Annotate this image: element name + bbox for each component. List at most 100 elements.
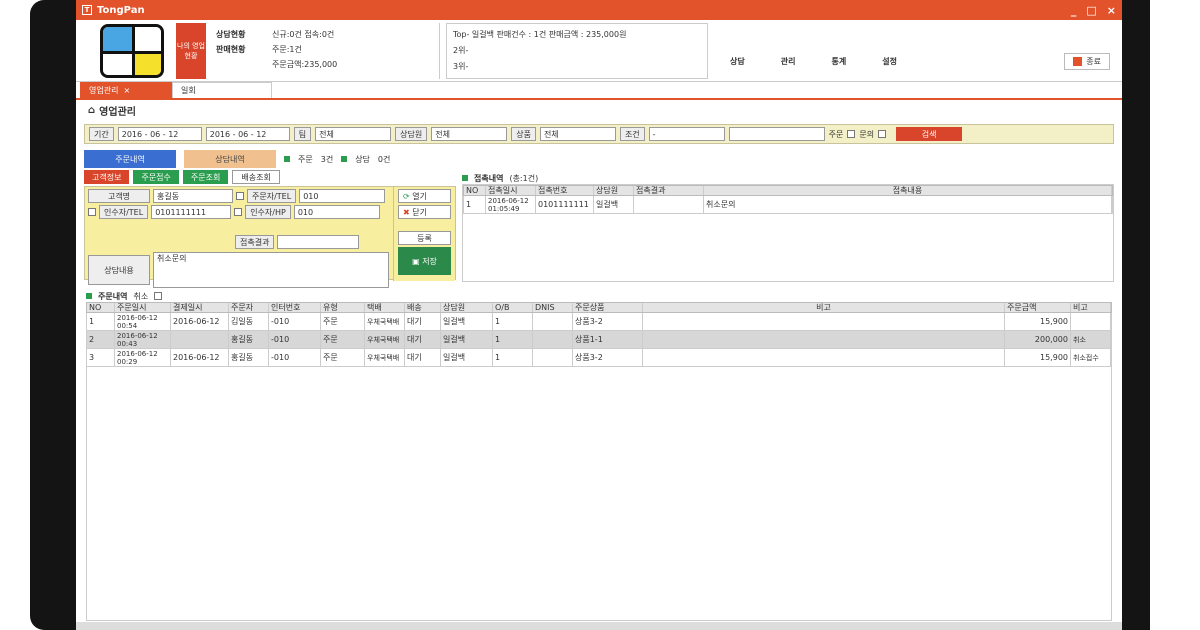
col-header[interactable]: 주문상품 xyxy=(573,303,643,312)
customer-name-input[interactable]: 홍길동 xyxy=(153,189,233,203)
open-button[interactable]: ⟳ 열기 xyxy=(398,189,451,203)
col-header[interactable]: 주문금액 xyxy=(1005,303,1071,312)
inquiry-checkbox[interactable] xyxy=(878,130,887,138)
order-count-value: 3건 xyxy=(320,154,334,164)
contact-result-select[interactable] xyxy=(277,235,360,249)
stats-panel: 상담현황 신규:0건 접속:0건 판매현황 주문:1건 주문금액:235,000 xyxy=(212,22,440,79)
col-header[interactable]: 상담원 xyxy=(441,303,493,312)
contact-count: (총:1건) xyxy=(509,173,539,183)
orderer-checkbox[interactable] xyxy=(236,192,244,200)
cell: 김일동 xyxy=(229,313,269,330)
col-header[interactable]: 비고 xyxy=(1071,303,1111,312)
page-title-text: 영업관리 xyxy=(99,106,136,118)
table-row[interactable]: 2 2016-06-12 00:43 홍길동 -010 주문 우체국택배 대기 일걸백 1 상품1… xyxy=(86,331,1112,349)
memo-textarea[interactable]: 취소문의 xyxy=(153,252,389,288)
col-header[interactable]: DNIS xyxy=(533,303,573,312)
app-icon: T xyxy=(82,5,92,15)
orders-cancel-label: 취소 xyxy=(133,291,149,301)
team-select[interactable]: 전체 xyxy=(315,127,392,141)
menu-consult[interactable]: 상담 xyxy=(730,56,745,67)
cell: 3 xyxy=(87,349,115,366)
customer-info-button[interactable]: 고객정보 xyxy=(84,170,130,184)
top-menu: 상담 관리 통계 설정 xyxy=(730,56,897,67)
orders-title: 주문내역 xyxy=(98,291,128,301)
table-row[interactable]: 1 2016-06-12 00:54 2016-06-12 김일동 -010 주문 우체국택… xyxy=(86,313,1112,331)
menu-manage[interactable]: 관리 xyxy=(781,56,796,67)
counselor-select[interactable]: 전체 xyxy=(431,127,508,141)
menu-stats[interactable]: 통계 xyxy=(831,56,846,67)
cell: 취소문의 xyxy=(704,196,1112,213)
receiver-hp-input[interactable]: 010 xyxy=(293,205,380,219)
col-header[interactable]: 택배 xyxy=(365,303,405,312)
col-header[interactable]: 주문일시 xyxy=(115,303,171,312)
table-row[interactable]: 3 2016-06-12 00:29 2016-06-12 홍길동 -010 주문 우체국택… xyxy=(86,349,1112,367)
cancel-filter-checkbox[interactable] xyxy=(154,292,163,300)
product-label: 상품 xyxy=(511,127,536,141)
col-header[interactable]: 결제일시 xyxy=(171,303,229,312)
order-entry-button[interactable]: 주문접수 xyxy=(133,170,179,184)
cell xyxy=(643,313,1005,330)
orders-bullet xyxy=(86,293,92,299)
save-button[interactable]: ▣ 저장 xyxy=(398,247,451,275)
orders-grid-header: NO 주문일시 결제일시 주문자 인터번호 유형 택배 배송 상담원 O/B DNIS 주문상품 비고 주… xyxy=(86,302,1112,313)
cell: 대기 xyxy=(405,349,441,366)
order-checkbox[interactable] xyxy=(847,130,856,138)
receiver-hp-radio[interactable] xyxy=(234,208,243,216)
col-header[interactable]: 비고 xyxy=(643,303,1005,312)
register-button[interactable]: 등록 xyxy=(398,231,451,245)
close-window-button[interactable]: × xyxy=(1107,4,1116,17)
customer-pane: 고객정보 주문접수 주문조회 배송조회 고객명 홍길동 주문자/TEL 010 … xyxy=(84,168,456,288)
close-form-button[interactable]: ✖ 닫기 xyxy=(398,205,451,219)
cell xyxy=(1071,313,1111,330)
cell: 1 xyxy=(464,196,486,213)
date-to-picker[interactable]: 2016 - 06 - 12 xyxy=(205,127,290,141)
tab-daily[interactable]: 일회 xyxy=(172,82,272,98)
cell: 우체국택배 xyxy=(365,313,405,330)
order-query-button[interactable]: 주문조회 xyxy=(182,170,229,184)
tab-consult-history[interactable]: 상담내역 xyxy=(184,150,276,168)
condition-select[interactable]: - xyxy=(648,127,725,141)
form-side-actions: ⟳ 열기 ✖ 닫기 등록 ▣ 저장 xyxy=(393,187,455,281)
horizontal-scrollbar[interactable] xyxy=(76,622,1122,630)
product-select[interactable]: 전체 xyxy=(539,127,616,141)
minimize-button[interactable]: _ xyxy=(1071,4,1077,17)
menu-settings[interactable]: 설정 xyxy=(882,56,897,67)
maximize-button[interactable]: □ xyxy=(1086,4,1096,17)
cell: -010 xyxy=(269,331,321,348)
tab-label: 영업관리 xyxy=(89,86,119,95)
col-header: 접촉내용 xyxy=(704,186,1112,195)
search-button[interactable]: 검색 xyxy=(896,127,963,141)
orderer-phone-input[interactable]: 010 xyxy=(299,189,386,203)
tab-close-icon[interactable]: × xyxy=(123,86,130,95)
col-header[interactable]: 인터번호 xyxy=(269,303,321,312)
col-header: 접촉번호 xyxy=(536,186,594,195)
customer-action-buttons: 고객정보 주문접수 주문조회 배송조회 xyxy=(84,170,456,184)
close-label: 닫기 xyxy=(412,207,427,217)
date-from-picker[interactable]: 2016 - 06 - 12 xyxy=(117,127,202,141)
orderer-label: 주문자/TEL xyxy=(247,189,297,203)
cell: -010 xyxy=(269,313,321,330)
table-row[interactable]: 1 2016-06-12 01:05:49 0101111111 일걸백 취소문… xyxy=(463,196,1113,214)
cell xyxy=(643,349,1005,366)
col-header[interactable]: NO xyxy=(87,303,115,312)
delivery-query-button[interactable]: 배송조회 xyxy=(232,170,280,184)
cell xyxy=(533,313,573,330)
col-header[interactable]: 주문자 xyxy=(229,303,269,312)
col-header: NO xyxy=(464,186,486,195)
col-header[interactable]: 배송 xyxy=(405,303,441,312)
title-bar: T TongPan _ □ × xyxy=(76,0,1122,20)
col-header[interactable]: 유형 xyxy=(321,303,365,312)
receiver-tel-input[interactable]: 0101111111 xyxy=(151,205,232,219)
stat-value: 주문금액:235,000 xyxy=(272,59,338,69)
receiver-tel-checkbox[interactable] xyxy=(88,208,96,216)
tab-sales-management[interactable]: 영업관리 × xyxy=(80,82,172,98)
keyword-input[interactable] xyxy=(728,127,825,141)
cell: 주문 xyxy=(321,313,365,330)
receiver-hp-label: 인수자/HP xyxy=(245,205,291,219)
tab-order-history[interactable]: 주문내역 xyxy=(84,150,176,168)
col-header[interactable]: O/B xyxy=(493,303,533,312)
contact-result-label: 접촉결과 xyxy=(235,235,275,249)
exit-button[interactable]: 종료 xyxy=(1064,53,1110,70)
contact-history-pane: 접촉내역 (총:1건) NO 접촉일시 접촉번호 상담원 접촉결과 접촉내용 1… xyxy=(462,172,1114,282)
close-icon: ✖ xyxy=(403,207,410,217)
